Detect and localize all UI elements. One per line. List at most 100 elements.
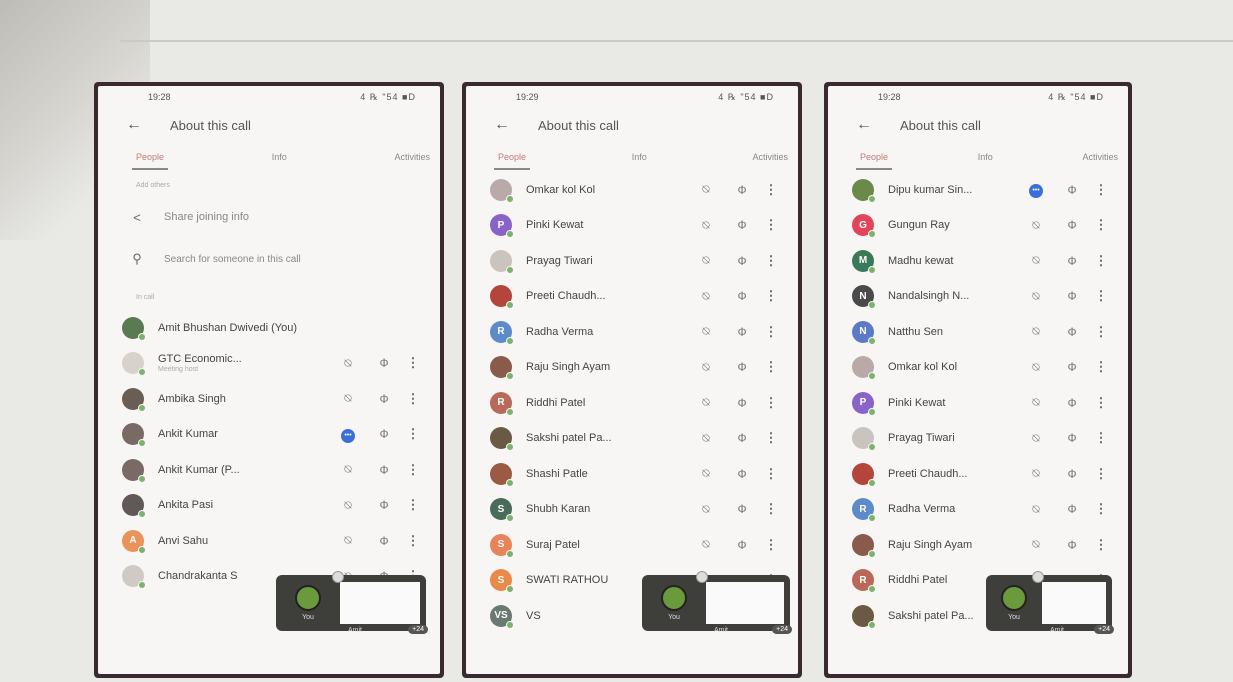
pin-icon[interactable]: Ф	[366, 463, 402, 477]
participant-row[interactable]: G Gungun Ray ⍉ Ф ⋮	[828, 208, 1128, 244]
arrow-back-icon[interactable]: ←	[126, 116, 142, 134]
pin-icon[interactable]: Ф	[1054, 360, 1090, 374]
share-joining-info-row[interactable]: < Share joining info	[98, 196, 440, 238]
more-vert-icon[interactable]: ⋮	[1090, 537, 1112, 553]
more-vert-icon[interactable]: ⋮	[402, 355, 424, 371]
more-vert-icon[interactable]: ⋮	[760, 501, 782, 517]
participant-row[interactable]: N Nandalsingh N... ⍉ Ф ⋮	[828, 279, 1128, 315]
pin-icon[interactable]: Ф	[724, 325, 760, 339]
pin-icon[interactable]: Ф	[366, 392, 402, 406]
participant-row[interactable]: Amit Bhushan Dwivedi (You)	[98, 310, 440, 346]
tab-people[interactable]: People	[493, 152, 531, 170]
mic-off-icon[interactable]: ⍉	[688, 218, 724, 233]
self-view-pip[interactable]: You Amit +24	[642, 571, 792, 634]
more-vert-icon[interactable]: ⋮	[1090, 288, 1112, 304]
more-vert-icon[interactable]: ⋮	[402, 497, 424, 513]
more-vert-icon[interactable]: ⋮	[1090, 359, 1112, 375]
pin-icon[interactable]: Ф	[1054, 289, 1090, 303]
participant-row[interactable]: Ankit Kumar (P... ⍉ Ф ⋮	[98, 452, 440, 488]
mic-off-icon[interactable]: ⍉	[688, 360, 724, 375]
mic-off-icon[interactable]: ⍉	[1018, 395, 1054, 410]
mic-off-icon[interactable]: ⍉	[1018, 324, 1054, 339]
speaking-indicator-icon[interactable]: •••	[1018, 181, 1054, 199]
mic-off-icon[interactable]: ⍉	[688, 395, 724, 410]
mic-off-icon[interactable]: ⍉	[688, 182, 724, 197]
more-vert-icon[interactable]: ⋮	[1090, 253, 1112, 269]
participant-row[interactable]: Sakshi patel Pa... ⍉Ф⋮	[466, 421, 798, 457]
pin-icon[interactable]: Ф	[724, 360, 760, 374]
participant-row[interactable]: Ambika Singh ⍉ Ф ⋮	[98, 381, 440, 417]
pin-icon[interactable]: Ф	[724, 183, 760, 197]
more-vert-icon[interactable]: ⋮	[760, 430, 782, 446]
participant-row[interactable]: Dipu kumar Sin... ••• Ф ⋮	[828, 172, 1128, 208]
mic-off-icon[interactable]: ⍉	[1018, 289, 1054, 304]
participant-row[interactable]: Omkar kol Kol ⍉ Ф ⋮	[828, 350, 1128, 386]
pin-icon[interactable]: Ф	[724, 467, 760, 481]
tab-activities[interactable]: Activities	[394, 152, 430, 162]
mic-off-icon[interactable]: ⍉	[1018, 218, 1054, 233]
pin-icon[interactable]: Ф	[1054, 254, 1090, 268]
pin-icon[interactable]: Ф	[366, 498, 402, 512]
pin-icon[interactable]: Ф	[1054, 183, 1090, 197]
participant-row[interactable]: N Natthu Sen ⍉ Ф ⋮	[828, 314, 1128, 350]
mic-off-icon[interactable]: ⍉	[688, 502, 724, 517]
mic-off-icon[interactable]: ⍉	[688, 537, 724, 552]
more-vert-icon[interactable]: ⋮	[760, 395, 782, 411]
search-participants-input[interactable]: ⚲ Search for someone in this call	[98, 238, 440, 280]
mic-off-icon[interactable]: ⍉	[1018, 537, 1054, 552]
more-vert-icon[interactable]: ⋮	[402, 533, 424, 549]
tab-activities[interactable]: Activities	[1082, 152, 1118, 162]
participant-row[interactable]: Prayag Tiwari ⍉ Ф ⋮	[828, 421, 1128, 457]
participant-row[interactable]: Prayag Tiwari ⍉ Ф ⋮	[466, 243, 798, 279]
participant-row[interactable]: Preeti Chaudh... ⍉ Ф ⋮	[466, 279, 798, 315]
self-view-pip[interactable]: You Amit +24	[276, 571, 428, 634]
participant-row[interactable]: Omkar kol Kol ⍉ Ф ⋮	[466, 172, 798, 208]
more-vert-icon[interactable]: ⋮	[760, 217, 782, 233]
pin-icon[interactable]: Ф	[724, 396, 760, 410]
mic-off-icon[interactable]: ⍉	[688, 253, 724, 268]
pin-icon[interactable]: Ф	[1054, 538, 1090, 552]
more-vert-icon[interactable]: ⋮	[1090, 501, 1112, 517]
participant-row[interactable]: R Radha Verma ⍉ Ф ⋮	[466, 314, 798, 350]
more-vert-icon[interactable]: ⋮	[760, 253, 782, 269]
mic-off-icon[interactable]: ⍉	[1018, 360, 1054, 375]
more-vert-icon[interactable]: ⋮	[760, 359, 782, 375]
more-vert-icon[interactable]: ⋮	[760, 288, 782, 304]
participant-row[interactable]: S Suraj Patel ⍉ Ф ⋮	[466, 527, 798, 563]
participant-row[interactable]: Preeti Chaudh... ⍉ Ф ⋮	[828, 456, 1128, 492]
more-vert-icon[interactable]: ⋮	[1090, 217, 1112, 233]
tab-info[interactable]: Info	[632, 152, 647, 162]
pin-icon[interactable]: Ф	[1054, 431, 1090, 445]
mic-off-icon[interactable]: ⍉	[330, 391, 366, 406]
more-vert-icon[interactable]: ⋮	[1090, 182, 1112, 198]
participant-row[interactable]: R Riddhi Patel ⍉Ф⋮	[466, 385, 798, 421]
mic-off-icon[interactable]: ⍉	[1018, 502, 1054, 517]
mic-off-icon[interactable]: ⍉	[1018, 431, 1054, 446]
self-view-pip[interactable]: You Amit +24	[986, 571, 1114, 634]
mic-off-icon[interactable]: ⍉	[1018, 466, 1054, 481]
tab-activities[interactable]: Activities	[752, 152, 788, 162]
mic-off-icon[interactable]: ⍉	[688, 431, 724, 446]
pin-icon[interactable]: Ф	[366, 534, 402, 548]
pin-icon[interactable]: Ф	[724, 538, 760, 552]
pin-icon[interactable]: Ф	[724, 254, 760, 268]
more-vert-icon[interactable]: ⋮	[760, 537, 782, 553]
mic-off-icon[interactable]: ⍉	[688, 466, 724, 481]
mic-off-icon[interactable]: ⍉	[330, 462, 366, 477]
pin-icon[interactable]: Ф	[724, 289, 760, 303]
tab-info[interactable]: Info	[272, 152, 287, 162]
participant-row[interactable]: S Shubh Karan ⍉ Ф ⋮	[466, 492, 798, 528]
more-vert-icon[interactable]: ⋮	[402, 426, 424, 442]
speaking-indicator-icon[interactable]: •••	[330, 426, 366, 443]
pin-icon[interactable]: Ф	[1054, 325, 1090, 339]
pin-icon[interactable]: Ф	[366, 427, 402, 441]
participant-row[interactable]: Shashi Patle ⍉ Ф ⋮	[466, 456, 798, 492]
more-vert-icon[interactable]: ⋮	[1090, 395, 1112, 411]
more-vert-icon[interactable]: ⋮	[760, 182, 782, 198]
participant-row[interactable]: Ankit Kumar ••• Ф ⋮	[98, 417, 440, 453]
more-vert-icon[interactable]: ⋮	[1090, 466, 1112, 482]
mic-off-icon[interactable]: ⍉	[330, 356, 366, 371]
more-vert-icon[interactable]: ⋮	[402, 462, 424, 478]
mic-off-icon[interactable]: ⍉	[330, 533, 366, 548]
participant-row[interactable]: A Anvi Sahu ⍉ Ф ⋮	[98, 523, 440, 559]
